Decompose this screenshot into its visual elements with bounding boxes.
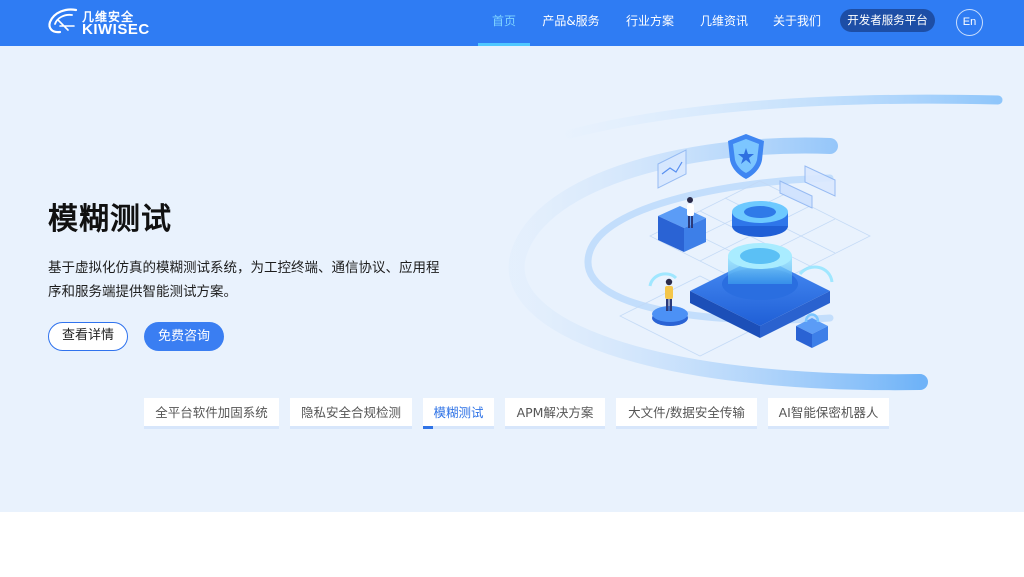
nav-industry-solutions[interactable]: 行业方案	[620, 0, 680, 46]
nav-about-us[interactable]: 关于我们	[767, 0, 827, 46]
brand-name-en: KIWISEC	[82, 21, 150, 38]
kiwisec-logo-icon	[48, 8, 78, 34]
tab-ai-security-robot[interactable]: AI智能保密机器人	[768, 398, 889, 429]
hero-title: 模糊测试	[48, 202, 172, 237]
hero-banner: 模糊测试 基于虚拟化仿真的模糊测试系统，为工控终端、通信协议、应用程序和服务端提…	[0, 46, 1024, 512]
developer-platform-button[interactable]: 开发者服务平台	[840, 9, 935, 32]
brand-logo[interactable]: 几维安全 KIWISEC	[46, 4, 156, 40]
fuzz-testing-illustration	[508, 94, 1003, 391]
tab-large-file-transfer[interactable]: 大文件/数据安全传输	[616, 398, 757, 429]
nav-products-services[interactable]: 产品&服务	[538, 0, 604, 46]
free-consult-button[interactable]: 免费咨询	[144, 322, 224, 351]
product-tabs: 全平台软件加固系统 隐私安全合规检测 模糊测试 APM解决方案 大文件/数据安全…	[0, 398, 1024, 438]
language-switch-button[interactable]: En	[956, 9, 983, 36]
tab-full-platform-hardening[interactable]: 全平台软件加固系统	[144, 398, 279, 429]
nav-home[interactable]: 首页	[478, 0, 530, 46]
tab-active-indicator	[423, 426, 433, 429]
view-details-button[interactable]: 查看详情	[48, 322, 128, 351]
nav-news[interactable]: 几维资讯	[694, 0, 754, 46]
top-header: 几维安全 KIWISEC 首页 产品&服务 行业方案 几维资讯 关于我们 开发者…	[0, 0, 1024, 46]
tab-fuzz-testing[interactable]: 模糊测试	[423, 398, 494, 429]
tab-apm-solution[interactable]: APM解决方案	[505, 398, 605, 429]
hero-description: 基于虚拟化仿真的模糊测试系统，为工控终端、通信协议、应用程序和服务端提供智能测试…	[48, 260, 440, 300]
tab-privacy-compliance[interactable]: 隐私安全合规检测	[290, 398, 412, 429]
